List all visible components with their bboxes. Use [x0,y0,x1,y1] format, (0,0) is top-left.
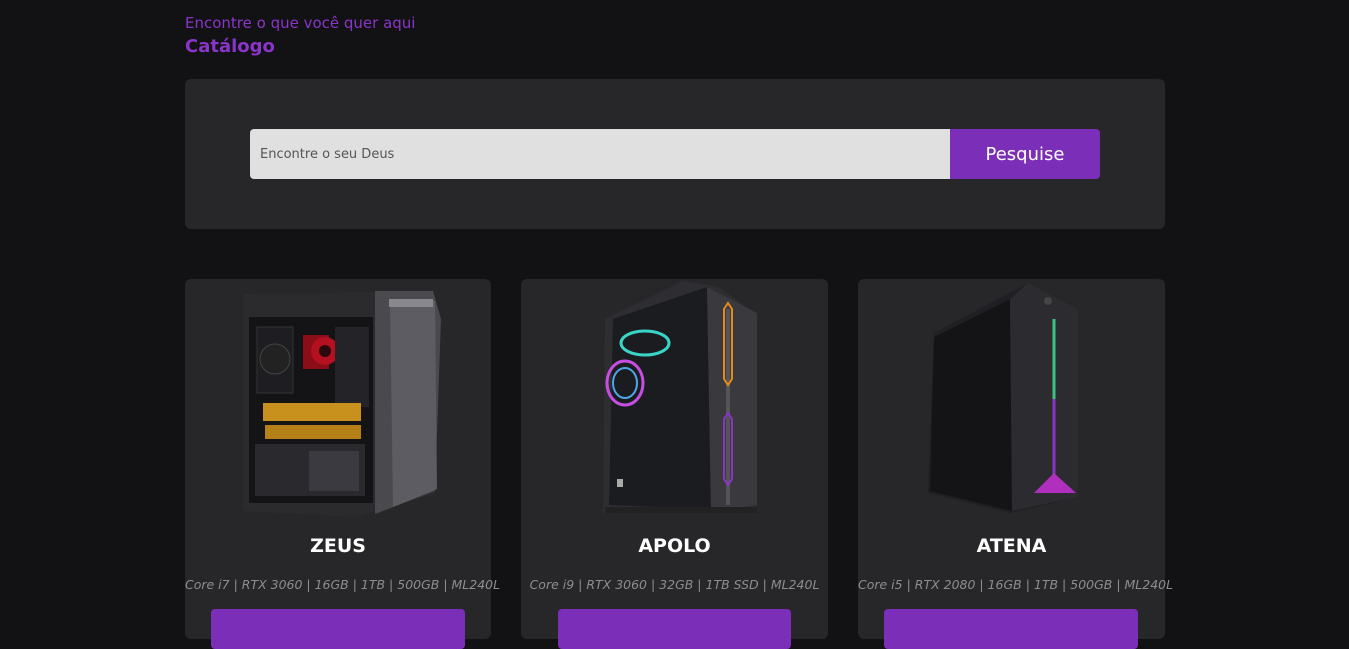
product-specs: Core i7 | RTX 3060 | 16GB | 1TB | 500GB … [185,577,501,592]
product-name: ATENA [976,535,1047,557]
product-name: ZEUS [310,535,366,557]
product-button[interactable] [211,609,465,649]
page-subtitle: Encontre o que você quer aqui [185,14,416,32]
product-card-atena: ATENA Core i5 | RTX 2080 | 16GB | 1TB | … [858,279,1174,649]
open-pc-case-icon [185,279,491,524]
search-button[interactable]: Pesquise [950,129,1100,179]
product-card-apolo: APOLO Core i9 | RTX 3060 | 32GB | 1TB SS… [521,279,828,649]
search-panel: Pesquise [185,79,1165,229]
search-input[interactable] [250,129,950,179]
product-specs: Core i5 | RTX 2080 | 16GB | 1TB | 500GB … [858,577,1174,592]
product-button[interactable] [558,609,791,649]
product-specs: Core i9 | RTX 3060 | 32GB | 1TB SSD | ML… [529,577,820,592]
rgb-pc-case-icon [521,279,828,524]
product-name: APOLO [638,535,711,557]
product-button[interactable] [884,609,1138,649]
page-title: Catálogo [185,36,275,57]
product-card-zeus: ZEUS Core i7 | RTX 3060 | 16GB | 1TB | 5… [185,279,501,649]
tower-pc-case-icon [858,279,1165,524]
